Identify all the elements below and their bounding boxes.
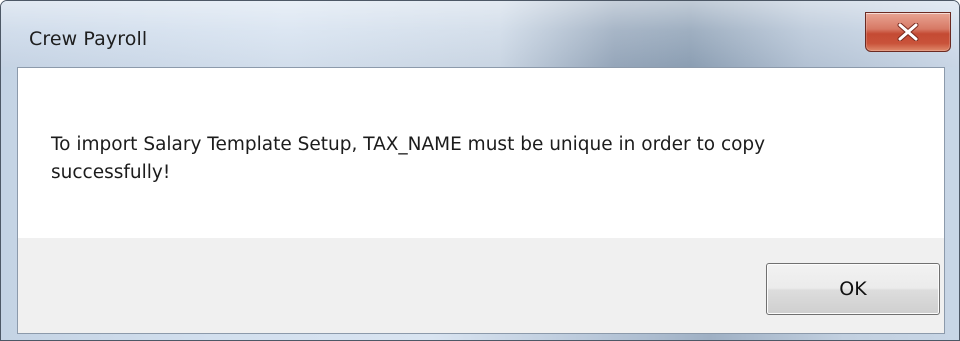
window-title: Crew Payroll [29,28,148,50]
dialog-window: Crew Payroll To import Salary Template S… [0,0,960,341]
title-bar[interactable]: Crew Payroll [1,1,959,67]
dialog-body: To import Salary Template Setup, TAX_NAM… [17,67,945,334]
close-icon [897,23,919,41]
ok-button[interactable]: OK [766,263,940,315]
message-text: To import Salary Template Setup, TAX_NAM… [51,134,766,183]
close-button[interactable] [865,12,951,52]
message-area: To import Salary Template Setup, TAX_NAM… [18,68,944,238]
button-area: OK [18,238,944,333]
